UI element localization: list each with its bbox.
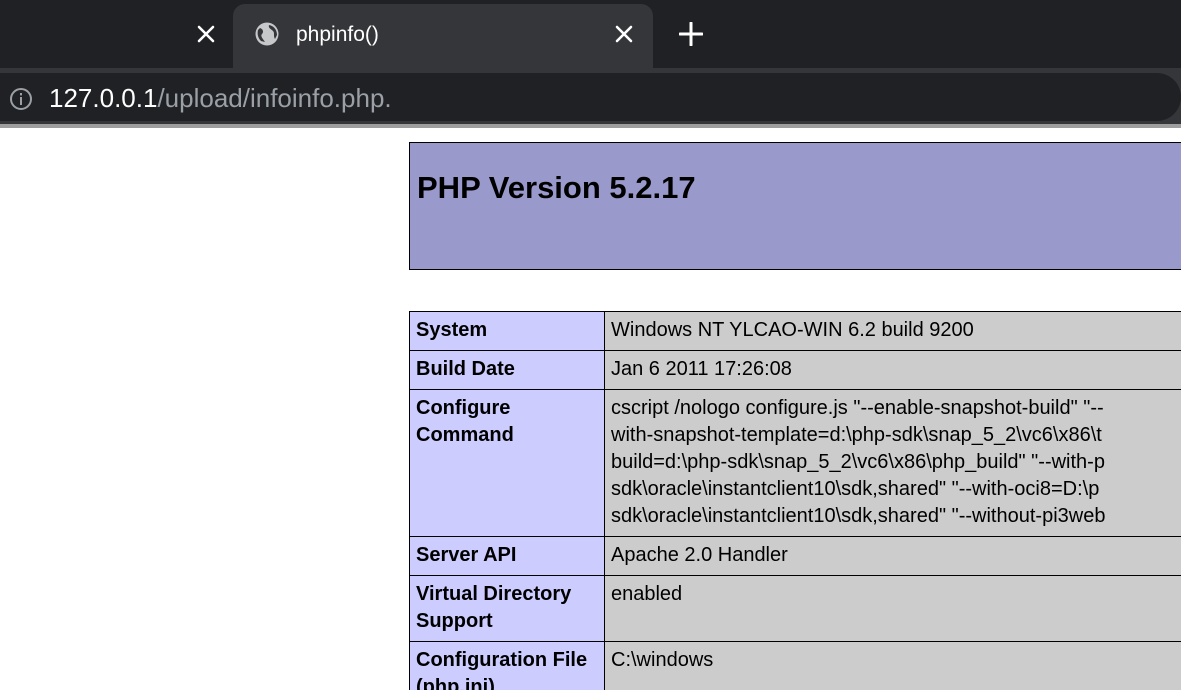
tab-phpinfo[interactable]: phpinfo() [233,4,653,68]
configure-command-line: sdk\oracle\instantclient10\sdk,shared" "… [611,505,1106,527]
row-key: Virtual Directory Support [409,575,605,642]
url-host: 127.0.0.1 [49,83,158,113]
row-key: System [409,311,605,351]
row-key: Build Date [409,350,605,390]
close-icon[interactable] [610,20,638,48]
tab-strip: phpinfo() [0,0,1181,68]
table-row: Virtual Directory Support enabled [409,575,1181,642]
page-title: PHP Version 5.2.17 [417,170,696,205]
row-value: Jan 6 2011 17:26:08 [604,350,1181,390]
table-row: Configuration File (php.ini) C:\windows [409,641,1181,690]
address-bar[interactable]: 127.0.0.1/upload/infoinfo.php. [0,73,1181,121]
page-viewport: PHP Version 5.2.17 System Windows NT YLC… [0,128,1181,690]
php-version-header: PHP Version 5.2.17 [409,142,1181,270]
row-value: C:\windows [604,641,1181,690]
row-key: Configure Command [409,389,605,537]
info-icon[interactable] [9,87,33,111]
table-row: Configure Command cscript /nologo config… [409,389,1181,537]
info-table: System Windows NT YLCAO-WIN 6.2 build 92… [409,311,1181,690]
table-row: System Windows NT YLCAO-WIN 6.2 build 92… [409,311,1181,351]
url-text[interactable]: 127.0.0.1/upload/infoinfo.php. [49,78,392,118]
close-icon[interactable] [192,20,220,48]
configure-command-line: cscript /nologo configure.js "--enable-s… [611,397,1104,419]
tab-title: phpinfo() [296,23,379,46]
configure-command-line: build=d:\php-sdk\snap_5_2\vc6\x86\php_bu… [611,451,1105,473]
row-value: Windows NT YLCAO-WIN 6.2 build 9200 [604,311,1181,351]
configure-command-line: sdk\oracle\instantclient10\sdk,shared" "… [611,478,1100,500]
configure-command-line: with-snapshot-template=d:\php-sdk\snap_5… [611,424,1102,446]
row-value: enabled [604,575,1181,642]
row-value: Apache 2.0 Handler [604,536,1181,576]
row-key: Server API [409,536,605,576]
row-value: cscript /nologo configure.js "--enable-s… [604,389,1181,537]
globe-icon [254,21,280,47]
url-path: /upload/infoinfo.php. [157,83,392,113]
new-tab-button[interactable] [676,19,706,49]
table-row: Build Date Jan 6 2011 17:26:08 [409,350,1181,390]
row-key: Configuration File (php.ini) [409,641,605,690]
toolbar: 127.0.0.1/upload/infoinfo.php. [0,68,1181,126]
plus-icon [679,22,703,46]
table-row: Server API Apache 2.0 Handler [409,536,1181,576]
